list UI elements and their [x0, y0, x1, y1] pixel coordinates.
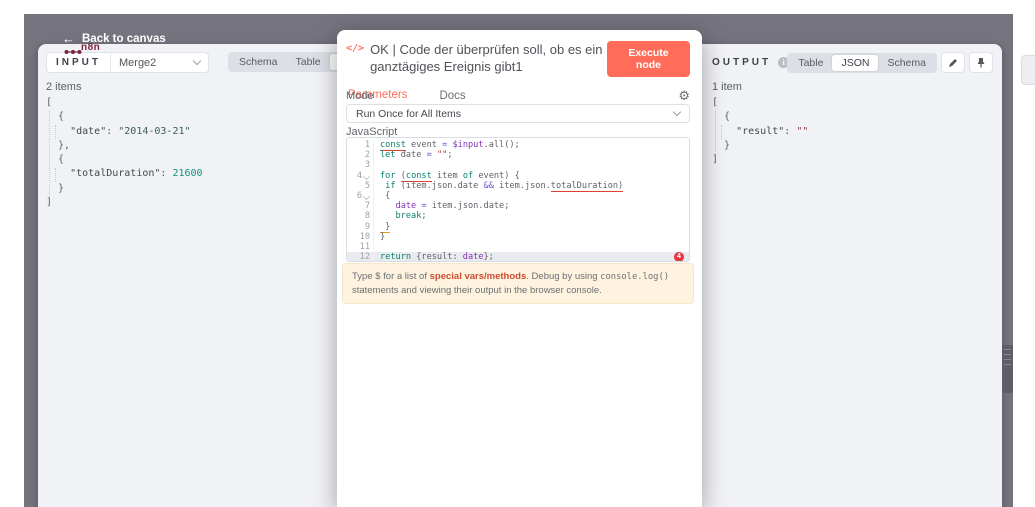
output-section: OUTPUT i ▲ TableJSONSchema 1 item [ { " [702, 44, 1002, 507]
line-number: 6 [348, 191, 362, 201]
json-line: ] [712, 153, 808, 167]
output-json-view: [ { "result": "" }] [712, 96, 808, 167]
code-line-7: 7 date = item.json.date; [347, 201, 689, 211]
pin-icon [976, 57, 986, 68]
mode-label: Mode [346, 90, 374, 102]
line-number: 12 [356, 252, 370, 262]
indent-guide [715, 111, 716, 154]
code-line-5: 5 if (item.json.date && item.json.totalD… [347, 181, 689, 191]
json-line: { [712, 110, 808, 124]
node-title[interactable]: OK | Code der überprüfen soll, ob es ein… [370, 41, 607, 77]
line-number: 3 [356, 160, 370, 170]
json-line: "result": "" [712, 125, 808, 139]
line-number: 8 [356, 211, 370, 221]
hint-text: Type $ for a list of [352, 271, 430, 282]
error-count-badge[interactable]: 4 [674, 252, 684, 262]
code-line-6: 6 { [347, 191, 689, 201]
fold-chevron-icon[interactable] [363, 193, 370, 200]
json-line: ] [46, 196, 203, 210]
line-number: 5 [356, 181, 370, 191]
code-line-10: 10} [347, 232, 689, 242]
json-line: { [46, 153, 203, 167]
output-label: OUTPUT [712, 57, 771, 68]
back-arrow-icon: ← [62, 33, 75, 45]
code-line-4: 4for (const item of event) { [347, 171, 689, 181]
canvas-note-fragment [1002, 345, 1013, 393]
input-label: INPUT [47, 57, 110, 68]
indent-guide [721, 125, 722, 139]
mode-select[interactable]: Run Once for All Items [346, 104, 690, 123]
line-number: 9 [356, 222, 370, 232]
output-tab-table[interactable]: Table [789, 55, 832, 71]
input-json-view: [ { "date": "2014-03-21" }, { "totalDura… [46, 96, 203, 210]
back-to-canvas-button[interactable]: ← Back to canvas [62, 33, 166, 45]
code-node-icon: </> [346, 43, 364, 77]
json-line: [ [712, 96, 808, 110]
line-number: 7 [356, 201, 370, 211]
execute-node-button[interactable]: Execute node [607, 41, 690, 77]
json-line: }, [46, 139, 203, 153]
output-tab-schema[interactable]: Schema [878, 55, 935, 71]
line-number: 10 [356, 232, 370, 242]
output-tab-json[interactable]: JSON [832, 55, 878, 71]
code-editor[interactable]: 1const event = $input.all();2let date = … [346, 137, 690, 262]
input-tab-table[interactable]: Table [287, 54, 330, 70]
hint-text: console.log() [600, 272, 669, 282]
output-items-count: 1 item [712, 81, 742, 93]
indent-guide [49, 111, 50, 197]
code-line-9: 9 } [347, 222, 689, 232]
input-items-count: 2 items [46, 81, 81, 93]
pin-output-button[interactable] [969, 52, 993, 73]
line-number: 4 [348, 171, 362, 181]
line-number: 1 [356, 140, 370, 150]
editor-hint: Type $ for a list of special vars/method… [342, 263, 694, 304]
code-line-2: 2let date = ""; [347, 150, 689, 160]
output-display-mode-tabs: TableJSONSchema [787, 53, 937, 73]
code-line-1: 1const event = $input.all(); [347, 140, 689, 150]
hint-text: . Debug by using [526, 271, 600, 282]
json-line: } [712, 139, 808, 153]
cutoff-panel-fragment [1021, 55, 1035, 85]
mode-value: Run Once for All Items [347, 108, 674, 120]
code-node-modal: </> OK | Code der überprüfen soll, ob es… [337, 30, 702, 507]
indent-guide [55, 125, 56, 139]
code-line-8: 8 break; [347, 211, 689, 221]
fold-chevron-icon[interactable] [363, 173, 370, 180]
hint-text: statements and viewing their output in t… [352, 285, 602, 296]
chevron-down-icon [193, 57, 201, 65]
indent-guide [55, 168, 56, 182]
chevron-down-icon [673, 108, 681, 116]
back-label: Back to canvas [82, 33, 166, 45]
code-line-12: 12return {result: date};4 [347, 252, 689, 262]
code-line-3: 3 [347, 160, 689, 170]
json-line: { [46, 110, 203, 124]
input-tab-schema[interactable]: Schema [230, 54, 287, 70]
json-line: [ [46, 96, 203, 110]
edit-output-button[interactable] [941, 52, 965, 73]
json-line: "date": "2014-03-21" [46, 125, 203, 139]
line-number: 11 [356, 242, 370, 252]
input-source-value: Merge2 [111, 57, 194, 69]
code-line-11: 11 [347, 242, 689, 252]
line-number: 2 [356, 150, 370, 160]
json-line: } [46, 182, 203, 196]
special-vars-link[interactable]: special vars/methods [430, 271, 527, 282]
pencil-icon [948, 58, 958, 68]
json-line: "totalDuration": 21600 [46, 167, 203, 181]
